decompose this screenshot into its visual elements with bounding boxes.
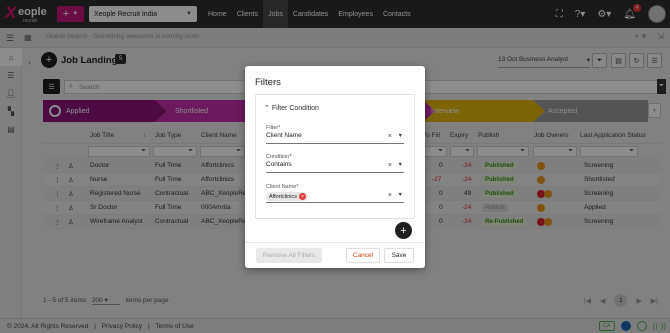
dialog-title: Filters (255, 77, 281, 88)
remove-chip-icon[interactable]: × (299, 193, 307, 200)
clear-icon[interactable]: × (388, 162, 392, 169)
caret-down-icon: ▼ (397, 133, 403, 139)
client-chip-label: Affortclinics (269, 193, 298, 200)
chevron-up-icon: ⌃ (264, 105, 270, 112)
client-name-multiselect[interactable]: Affortclinics × × ▼ (266, 191, 404, 203)
clear-icon[interactable]: × (388, 133, 392, 140)
caret-down-icon: ▼ (397, 192, 403, 198)
filter-condition-panel: ⌃ Filter Condition Filter* Client Name ×… (255, 94, 415, 219)
filter-condition-toggle[interactable]: ⌃ Filter Condition (264, 104, 319, 112)
add-condition-button[interactable]: + (395, 222, 412, 239)
dialog-divider (245, 242, 425, 243)
remove-all-filters-button[interactable]: Remove All Filters (256, 248, 322, 263)
condition-select[interactable]: Contains × ▼ (266, 161, 404, 173)
filter-field-label: Filter* (266, 125, 281, 131)
client-name-field-label: Client Name* (266, 184, 299, 190)
cancel-button[interactable]: Cancel (346, 248, 380, 263)
condition-value: Contains (266, 161, 292, 168)
filters-dialog: Filters ⌃ Filter Condition Filter* Clien… (245, 66, 425, 268)
caret-down-icon: ▼ (397, 162, 403, 168)
filter-field-select[interactable]: Client Name × ▼ (266, 132, 404, 144)
save-button[interactable]: Save (384, 248, 414, 263)
clear-icon[interactable]: × (388, 192, 392, 199)
client-chip: Affortclinics × (266, 192, 309, 201)
filter-field-value: Client Name (266, 132, 302, 139)
filter-condition-heading: Filter Condition (271, 105, 319, 112)
condition-field-label: Condition* (266, 154, 292, 160)
